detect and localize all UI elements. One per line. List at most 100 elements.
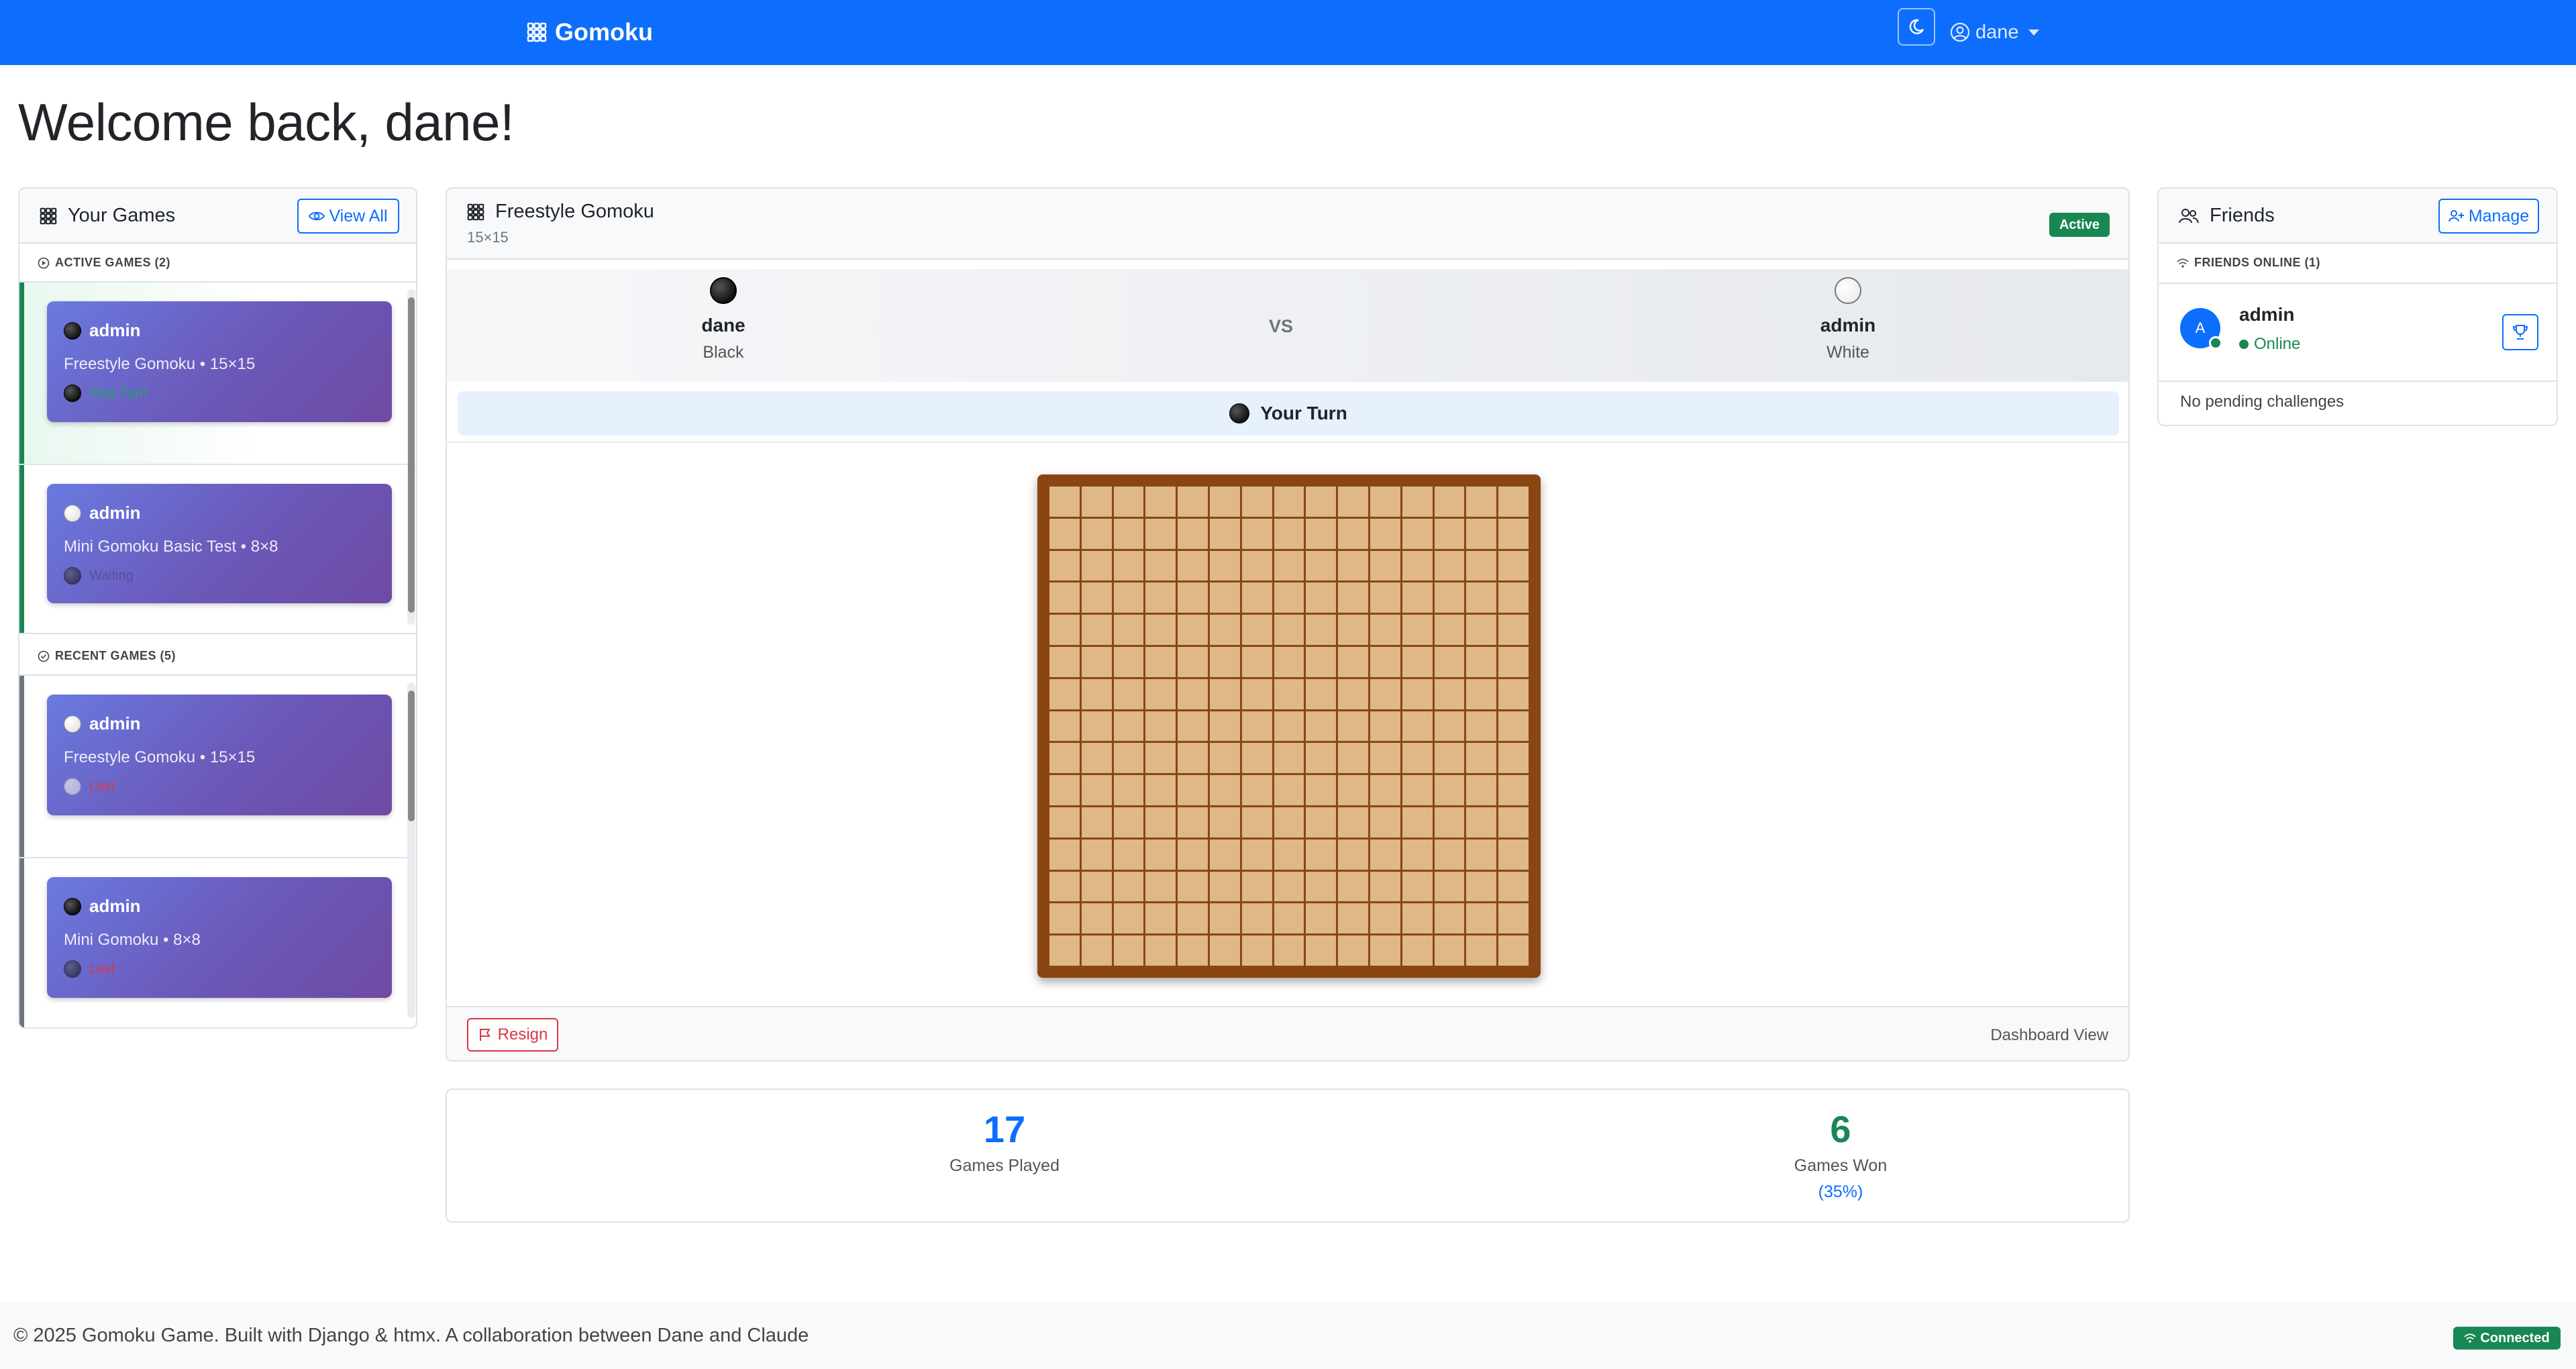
view-all-button[interactable]: View All	[297, 199, 399, 234]
board-cell[interactable]	[1049, 775, 1080, 805]
scrollbar[interactable]	[407, 289, 415, 625]
board-cell[interactable]	[1113, 743, 1144, 774]
board-cell[interactable]	[1241, 550, 1272, 581]
board-cell[interactable]	[1498, 775, 1529, 805]
theme-toggle-button[interactable]	[1898, 8, 1935, 46]
board-cell[interactable]	[1178, 518, 1208, 549]
board-cell[interactable]	[1049, 487, 1080, 517]
board-cell[interactable]	[1113, 935, 1144, 966]
board-cell[interactable]	[1274, 678, 1304, 709]
board-cell[interactable]	[1049, 646, 1080, 677]
board-cell[interactable]	[1370, 582, 1400, 613]
board-cell[interactable]	[1370, 678, 1400, 709]
board-cell[interactable]	[1306, 550, 1337, 581]
board-cell[interactable]	[1241, 903, 1272, 934]
board-cell[interactable]	[1370, 487, 1400, 517]
board-cell[interactable]	[1209, 711, 1240, 742]
board-cell[interactable]	[1178, 871, 1208, 902]
board-cell[interactable]	[1498, 582, 1529, 613]
board-cell[interactable]	[1466, 839, 1497, 870]
board-cell[interactable]	[1113, 903, 1144, 934]
board-cell[interactable]	[1209, 775, 1240, 805]
board-cell[interactable]	[1338, 775, 1368, 805]
board-cell[interactable]	[1434, 678, 1465, 709]
board-cell[interactable]	[1049, 839, 1080, 870]
board-cell[interactable]	[1402, 871, 1433, 902]
board-cell[interactable]	[1434, 646, 1465, 677]
board-cell[interactable]	[1498, 487, 1529, 517]
board-cell[interactable]	[1498, 839, 1529, 870]
board-cell[interactable]	[1402, 839, 1433, 870]
board-cell[interactable]	[1338, 743, 1368, 774]
board-cell[interactable]	[1209, 871, 1240, 902]
board-cell[interactable]	[1338, 615, 1368, 645]
board-cell[interactable]	[1402, 615, 1433, 645]
board-cell[interactable]	[1274, 743, 1304, 774]
board-cell[interactable]	[1466, 935, 1497, 966]
board-cell[interactable]	[1466, 487, 1497, 517]
board-cell[interactable]	[1498, 711, 1529, 742]
board-cell[interactable]	[1049, 678, 1080, 709]
board-cell[interactable]	[1049, 550, 1080, 581]
board-cell[interactable]	[1178, 615, 1208, 645]
board-cell[interactable]	[1081, 743, 1112, 774]
board-cell[interactable]	[1241, 678, 1272, 709]
board-cell[interactable]	[1402, 935, 1433, 966]
board-cell[interactable]	[1498, 903, 1529, 934]
board-cell[interactable]	[1209, 646, 1240, 677]
board-cell[interactable]	[1081, 711, 1112, 742]
board-cell[interactable]	[1209, 518, 1240, 549]
board-cell[interactable]	[1209, 615, 1240, 645]
board-cell[interactable]	[1498, 646, 1529, 677]
board-cell[interactable]	[1113, 678, 1144, 709]
board-cell[interactable]	[1145, 615, 1176, 645]
board-cell[interactable]	[1402, 582, 1433, 613]
board-cell[interactable]	[1402, 487, 1433, 517]
board-cell[interactable]	[1081, 646, 1112, 677]
board-cell[interactable]	[1306, 743, 1337, 774]
board-cell[interactable]	[1049, 582, 1080, 613]
board-cell[interactable]	[1498, 743, 1529, 774]
board-cell[interactable]	[1338, 807, 1368, 838]
board-cell[interactable]	[1402, 678, 1433, 709]
board-cell[interactable]	[1306, 935, 1337, 966]
board-cell[interactable]	[1145, 550, 1176, 581]
board-cell[interactable]	[1306, 807, 1337, 838]
board-cell[interactable]	[1178, 839, 1208, 870]
board-cell[interactable]	[1274, 550, 1304, 581]
board-cell[interactable]	[1402, 518, 1433, 549]
board-cell[interactable]	[1274, 839, 1304, 870]
board-cell[interactable]	[1466, 678, 1497, 709]
board-cell[interactable]	[1241, 711, 1272, 742]
board-cell[interactable]	[1370, 935, 1400, 966]
board-cell[interactable]	[1145, 871, 1176, 902]
board-cell[interactable]	[1306, 615, 1337, 645]
board-cell[interactable]	[1145, 582, 1176, 613]
board-cell[interactable]	[1178, 646, 1208, 677]
board-cell[interactable]	[1145, 487, 1176, 517]
board-cell[interactable]	[1370, 775, 1400, 805]
board-cell[interactable]	[1209, 839, 1240, 870]
board-cell[interactable]	[1466, 518, 1497, 549]
user-dropdown[interactable]: dane	[1950, 17, 2039, 47]
board-cell[interactable]	[1306, 518, 1337, 549]
board-cell[interactable]	[1274, 775, 1304, 805]
board-cell[interactable]	[1178, 935, 1208, 966]
board-cell[interactable]	[1145, 646, 1176, 677]
board-cell[interactable]	[1434, 518, 1465, 549]
board-cell[interactable]	[1370, 711, 1400, 742]
board-cell[interactable]	[1178, 743, 1208, 774]
board-cell[interactable]	[1402, 550, 1433, 581]
board-cell[interactable]	[1466, 807, 1497, 838]
board-cell[interactable]	[1241, 582, 1272, 613]
board-cell[interactable]	[1274, 807, 1304, 838]
board-cell[interactable]	[1274, 582, 1304, 613]
board-cell[interactable]	[1145, 518, 1176, 549]
board-cell[interactable]	[1370, 743, 1400, 774]
board-cell[interactable]	[1145, 935, 1176, 966]
list-item[interactable]: admin Freestyle Gomoku • 15×15 Your Turn	[19, 283, 416, 464]
board-cell[interactable]	[1178, 550, 1208, 581]
board-cell[interactable]	[1370, 550, 1400, 581]
board-cell[interactable]	[1113, 839, 1144, 870]
board-cell[interactable]	[1370, 646, 1400, 677]
